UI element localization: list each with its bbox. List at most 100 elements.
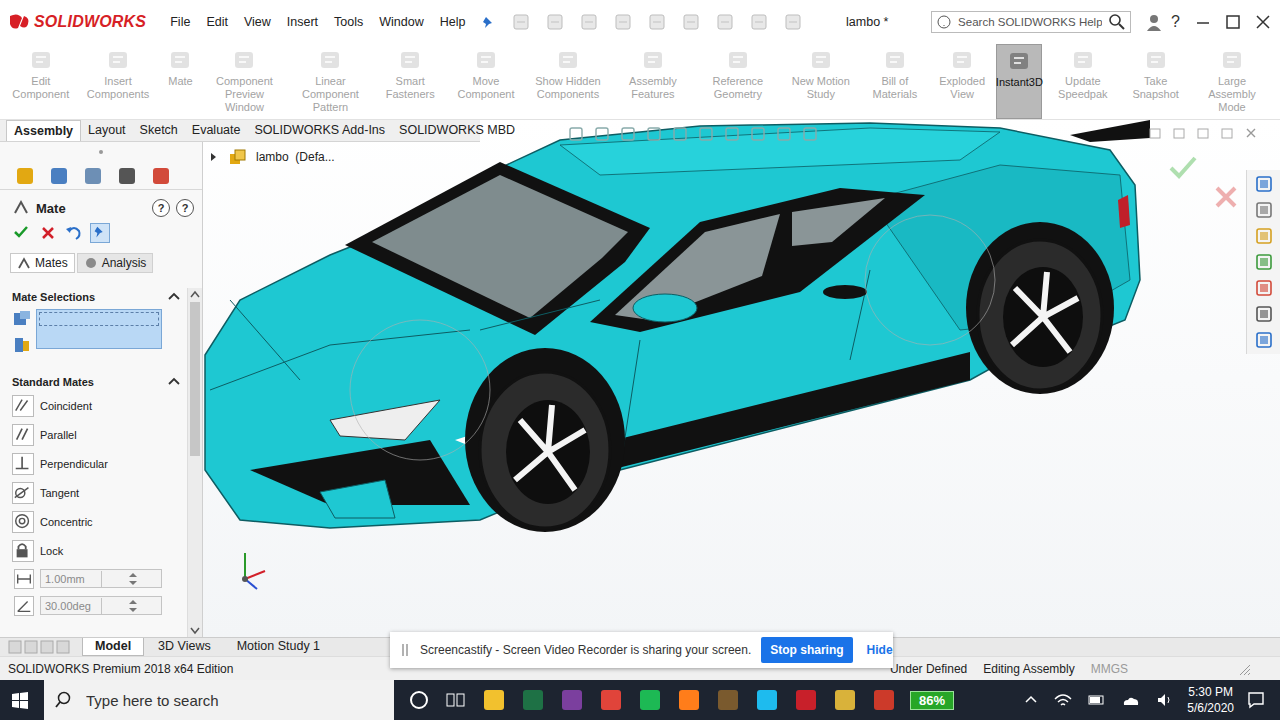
panel-tab[interactable]: Mates bbox=[10, 253, 75, 273]
help-search-input[interactable] bbox=[956, 15, 1104, 29]
maximize-viewport-icon[interactable] bbox=[1172, 126, 1186, 140]
menu-item[interactable]: File bbox=[164, 13, 196, 31]
movie-maker-icon[interactable] bbox=[833, 688, 857, 712]
spinner-icon[interactable] bbox=[101, 598, 162, 614]
minecraft-icon[interactable] bbox=[716, 688, 740, 712]
command-tab[interactable]: Sketch bbox=[133, 120, 185, 141]
pin-icon[interactable] bbox=[481, 14, 497, 30]
bottom-tab[interactable]: Model bbox=[82, 638, 144, 656]
solidworks-resources-icon[interactable] bbox=[1254, 174, 1274, 194]
restore-viewport-icon[interactable] bbox=[1148, 126, 1162, 140]
help-icon[interactable]: ? bbox=[152, 199, 170, 217]
menu-item[interactable]: Window bbox=[373, 13, 429, 31]
mate-type[interactable]: Perpendicular bbox=[0, 449, 187, 478]
expand-arrow-icon[interactable] bbox=[208, 151, 220, 163]
graphics-area[interactable]: AssemblyLayoutSketchEvaluateSOLIDWORKS A… bbox=[0, 120, 1280, 637]
feature-tree-flyout[interactable]: lambo (Defa... bbox=[208, 148, 335, 166]
spinner-icon[interactable] bbox=[101, 571, 162, 587]
view-orientation-icon[interactable] bbox=[672, 126, 688, 142]
last-tab-icon[interactable] bbox=[56, 639, 70, 655]
mate-type[interactable]: Coincident bbox=[0, 391, 187, 420]
mate-type[interactable]: Lock bbox=[0, 536, 187, 565]
menu-item[interactable]: Edit bbox=[200, 13, 234, 31]
bottom-tab[interactable]: 3D Views bbox=[146, 638, 223, 656]
next-tab-icon[interactable] bbox=[40, 639, 54, 655]
battery-indicator[interactable]: 86% bbox=[910, 691, 954, 710]
help-icon[interactable]: ? bbox=[176, 199, 194, 217]
ribbon-command[interactable]: Take Snapshot bbox=[1123, 44, 1188, 119]
display-manager-icon[interactable] bbox=[150, 165, 172, 187]
undo-icon[interactable] bbox=[64, 223, 84, 243]
ribbon-command[interactable]: New Motion Study bbox=[782, 44, 860, 119]
ribbon-command[interactable]: Move Component bbox=[448, 44, 524, 119]
confirm-corner-check-icon[interactable] bbox=[1168, 154, 1198, 180]
scroll-up-icon[interactable] bbox=[188, 288, 202, 302]
zoom-fit-icon[interactable] bbox=[568, 126, 584, 142]
ribbon-command[interactable]: Exploded View bbox=[930, 44, 994, 119]
feature-tree-icon[interactable] bbox=[14, 165, 36, 187]
file-explorer-icon[interactable] bbox=[482, 688, 506, 712]
forum-icon[interactable] bbox=[1254, 330, 1274, 350]
internet-explorer-icon[interactable] bbox=[755, 688, 779, 712]
scroll-thumb[interactable] bbox=[190, 302, 200, 456]
menu-item[interactable]: Tools bbox=[328, 13, 369, 31]
magnifier-icon[interactable] bbox=[1108, 13, 1126, 31]
zoom-area-icon[interactable] bbox=[594, 126, 610, 142]
ribbon-command[interactable]: Reference Geometry bbox=[696, 44, 780, 119]
configuration-manager-icon[interactable] bbox=[82, 165, 104, 187]
cortana-icon[interactable] bbox=[408, 689, 430, 711]
battery-icon[interactable] bbox=[1087, 691, 1107, 709]
maximize-icon[interactable] bbox=[1224, 13, 1242, 31]
cancel-x-icon[interactable] bbox=[38, 223, 58, 243]
command-tab[interactable]: SOLIDWORKS Add-Ins bbox=[247, 120, 392, 141]
drag-handle-icon[interactable] bbox=[400, 641, 410, 659]
menu-item[interactable]: Insert bbox=[281, 13, 324, 31]
tree-root[interactable]: lambo (Defa... bbox=[256, 150, 335, 164]
collapse-chevron-icon[interactable] bbox=[167, 375, 181, 389]
ribbon-command[interactable]: Assembly Features bbox=[612, 44, 694, 119]
mate-type[interactable]: Concentric bbox=[0, 507, 187, 536]
ribbon-command[interactable]: Large Assembly Mode bbox=[1190, 44, 1274, 119]
angle-field[interactable]: 30.00deg bbox=[40, 596, 162, 615]
status-item[interactable]: MMGS bbox=[1083, 662, 1136, 676]
action-center-icon[interactable] bbox=[1246, 690, 1266, 710]
ribbon-command[interactable]: Mate bbox=[160, 44, 200, 119]
media-player-icon[interactable] bbox=[872, 688, 896, 712]
mate-type[interactable]: Tangent bbox=[0, 478, 187, 507]
user-icon[interactable] bbox=[1145, 13, 1163, 31]
home-icon[interactable] bbox=[511, 12, 537, 32]
panel-scrollbar[interactable] bbox=[187, 288, 202, 637]
menu-item[interactable]: View bbox=[238, 13, 277, 31]
onedrive-icon[interactable] bbox=[1121, 691, 1141, 709]
clock[interactable]: 5:30 PM5/6/2020 bbox=[1187, 684, 1234, 716]
mate-type[interactable]: Parallel bbox=[0, 420, 187, 449]
edit-appearance-icon[interactable] bbox=[750, 126, 766, 142]
chrome-icon[interactable] bbox=[599, 688, 623, 712]
options-icon[interactable] bbox=[783, 12, 809, 32]
close-icon[interactable] bbox=[1254, 13, 1272, 31]
dimxpert-icon[interactable] bbox=[116, 165, 138, 187]
file-explorer-icon[interactable] bbox=[1254, 226, 1274, 246]
confirm-corner-cancel-icon[interactable] bbox=[1213, 184, 1239, 210]
appearances-icon[interactable] bbox=[1254, 278, 1274, 298]
stop-sharing-button[interactable]: Stop sharing bbox=[761, 637, 852, 663]
help-button[interactable]: ? bbox=[1167, 13, 1184, 31]
taskbar-search-input[interactable] bbox=[84, 691, 384, 710]
menu-item[interactable]: Help bbox=[434, 13, 472, 31]
previous-tab-icon[interactable] bbox=[24, 639, 38, 655]
spotify-icon[interactable] bbox=[638, 688, 662, 712]
save-icon[interactable] bbox=[613, 12, 639, 32]
hide-show-icon[interactable] bbox=[724, 126, 740, 142]
display-style-icon[interactable] bbox=[698, 126, 714, 142]
print-icon[interactable] bbox=[647, 12, 673, 32]
tray-chevron-icon[interactable] bbox=[1023, 692, 1039, 708]
tile-viewport-icon[interactable] bbox=[1220, 126, 1234, 140]
bottom-tab[interactable]: Motion Study 1 bbox=[225, 638, 332, 656]
scroll-down-icon[interactable] bbox=[188, 623, 202, 637]
apply-scene-icon[interactable] bbox=[776, 126, 792, 142]
section-view-icon[interactable] bbox=[646, 126, 662, 142]
ribbon-command[interactable]: Instant3D bbox=[996, 44, 1042, 119]
ok-check-icon[interactable] bbox=[12, 223, 32, 243]
ribbon-command[interactable]: Linear Component Pattern bbox=[288, 44, 372, 119]
open-folder-icon[interactable] bbox=[579, 12, 605, 32]
